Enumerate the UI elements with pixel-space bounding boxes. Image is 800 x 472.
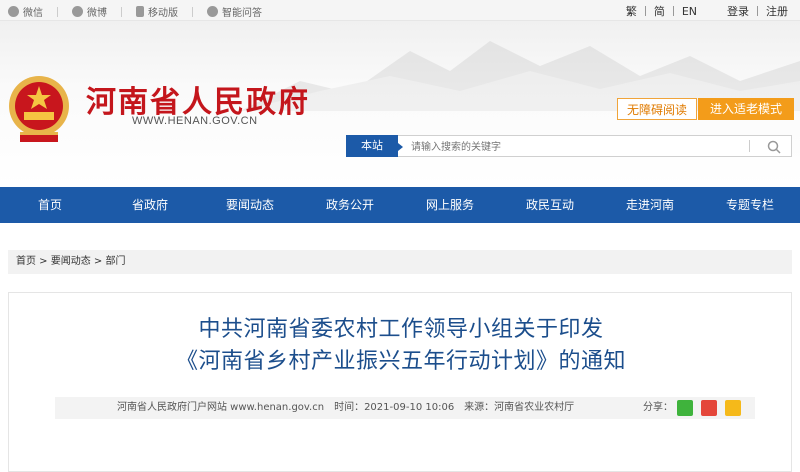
social-links: 微信 微博 移动版 智能问答 bbox=[8, 4, 276, 19]
robot-icon bbox=[207, 6, 218, 17]
wechat-icon[interactable] bbox=[677, 400, 693, 416]
register-link[interactable]: 注册 bbox=[766, 3, 788, 19]
article-meta-text: 河南省人民政府门户网站 www.henan.gov.cn 时间：2021-09-… bbox=[117, 402, 575, 413]
weibo-label: 微博 bbox=[87, 8, 107, 19]
article-panel: 中共河南省委农村工作领导小组关于印发 《河南省乡村产业振兴五年行动计划》的通知 … bbox=[8, 292, 792, 472]
nav-news[interactable]: 要闻动态 bbox=[200, 187, 300, 223]
smart-qa-link[interactable]: 智能问答 bbox=[207, 4, 262, 19]
divider bbox=[192, 6, 193, 17]
lang-english[interactable]: EN bbox=[682, 5, 697, 18]
lang-simplified[interactable]: 简 bbox=[654, 3, 665, 19]
mobile-link[interactable]: 移动版 bbox=[136, 4, 178, 19]
search-divider bbox=[749, 140, 750, 152]
search-scope-select[interactable]: 本站 bbox=[346, 135, 403, 157]
mobile-label: 移动版 bbox=[148, 8, 178, 19]
wechat-link[interactable]: 微信 bbox=[8, 4, 43, 19]
qzone-icon[interactable] bbox=[725, 400, 741, 416]
nav-interaction[interactable]: 政民互动 bbox=[500, 187, 600, 223]
breadcrumb-text[interactable]: 首页 > 要闻动态 > 部门 bbox=[8, 250, 792, 274]
nav-topics[interactable]: 专题专栏 bbox=[700, 187, 800, 223]
nav-provincial-gov[interactable]: 省政府 bbox=[100, 187, 200, 223]
nav-online-services[interactable]: 网上服务 bbox=[400, 187, 500, 223]
site-header: 河南省人民政府 WWW.HENAN.GOV.CN 无障碍阅读 进入适老模式 本站 bbox=[0, 21, 800, 187]
search-icon[interactable] bbox=[767, 140, 781, 154]
language-login: 繁 简 EN 登录 注册 bbox=[622, 3, 792, 19]
weibo-link[interactable]: 微博 bbox=[72, 4, 107, 19]
login-link[interactable]: 登录 bbox=[727, 3, 749, 19]
main-nav: 首页 省政府 要闻动态 政务公开 网上服务 政民互动 走进河南 专题专栏 bbox=[0, 187, 800, 223]
share-label: 分享： bbox=[643, 402, 673, 413]
nav-about-henan[interactable]: 走进河南 bbox=[600, 187, 700, 223]
mobile-icon bbox=[136, 6, 144, 17]
divider bbox=[121, 6, 122, 17]
top-utility-bar: 微信 微博 移动版 智能问答 繁 简 EN 登录 注册 bbox=[0, 0, 800, 21]
nav-gov-affairs[interactable]: 政务公开 bbox=[300, 187, 400, 223]
divider bbox=[57, 6, 58, 17]
weibo-icon[interactable] bbox=[701, 400, 717, 416]
national-emblem-icon bbox=[9, 76, 69, 142]
weibo-icon bbox=[72, 6, 83, 17]
divider bbox=[672, 6, 674, 16]
breadcrumb: 首页 > 要闻动态 > 部门 bbox=[8, 250, 792, 274]
scope-arrow-icon bbox=[398, 143, 403, 151]
article-title-line2: 《河南省乡村产业振兴五年行动计划》的通知 bbox=[175, 349, 626, 374]
wechat-label: 微信 bbox=[23, 8, 43, 19]
site-url: WWW.HENAN.GOV.CN bbox=[132, 115, 258, 127]
divider bbox=[644, 6, 646, 16]
smart-qa-label: 智能问答 bbox=[222, 8, 262, 19]
search-input[interactable] bbox=[409, 138, 713, 156]
article-meta: 河南省人民政府门户网站 www.henan.gov.cn 时间：2021-09-… bbox=[55, 397, 755, 419]
accessible-reading-button[interactable]: 无障碍阅读 bbox=[617, 98, 697, 120]
article-title-line1: 中共河南省委农村工作领导小组关于印发 bbox=[198, 317, 604, 342]
search-bar: 本站 bbox=[346, 135, 792, 157]
lang-traditional[interactable]: 繁 bbox=[626, 3, 637, 19]
wechat-icon bbox=[8, 6, 19, 17]
divider bbox=[757, 6, 758, 16]
elder-mode-button[interactable]: 进入适老模式 bbox=[698, 98, 794, 120]
search-scope-label: 本站 bbox=[361, 139, 383, 152]
nav-home[interactable]: 首页 bbox=[0, 187, 100, 223]
